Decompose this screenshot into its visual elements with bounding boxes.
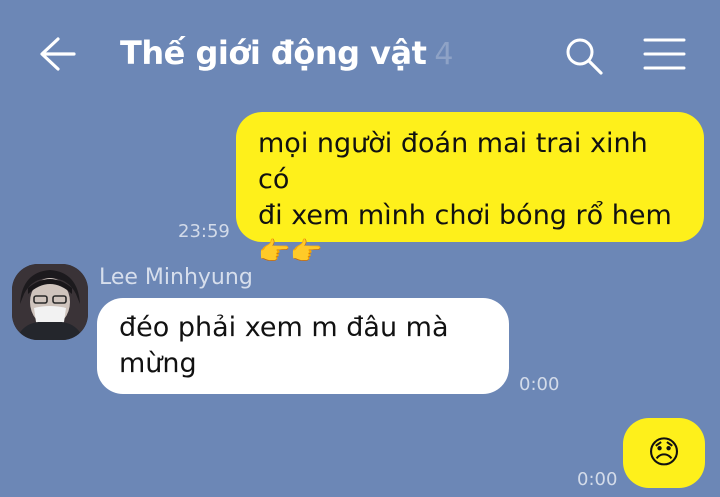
menu-button[interactable] [640, 34, 688, 78]
profile-photo-icon [12, 264, 88, 340]
my-message-bubble[interactable]: mọi người đoán mai trai xinh có đi xem m… [236, 112, 704, 267]
sender-name: Lee Minhyung [99, 265, 253, 290]
avatar[interactable] [12, 264, 88, 340]
chat-room-name: Thế giới động vật [120, 34, 427, 72]
disappointed-face-emoji: 😞 [647, 433, 681, 471]
received-message-bubble[interactable]: đéo phải xem m đâu mà mừng [97, 298, 509, 394]
back-button[interactable] [36, 34, 80, 78]
message-timestamp: 23:59 [178, 221, 230, 242]
chat-title: Thế giới động vật 4 [120, 34, 453, 72]
message-text-line: đi xem mình chơi bóng rổ hem [258, 200, 672, 231]
message-timestamp: 0:00 [577, 469, 618, 490]
back-arrow-icon [40, 37, 76, 71]
chat-header: Thế giới động vật 4 [0, 0, 720, 110]
message-text-line: đéo phải xem m đâu mà [119, 312, 449, 343]
search-button[interactable] [562, 34, 606, 78]
pointing-hands-emoji: 👉👉 [258, 237, 323, 267]
search-icon [566, 38, 603, 75]
member-count: 4 [434, 37, 453, 72]
my-message-bubble[interactable]: 😞 [623, 418, 705, 488]
message-text-line: mọi người đoán mai trai xinh có [258, 128, 648, 195]
message-text-line: mừng [119, 348, 197, 379]
message-timestamp: 0:00 [519, 374, 560, 395]
hamburger-menu-icon [643, 38, 686, 70]
